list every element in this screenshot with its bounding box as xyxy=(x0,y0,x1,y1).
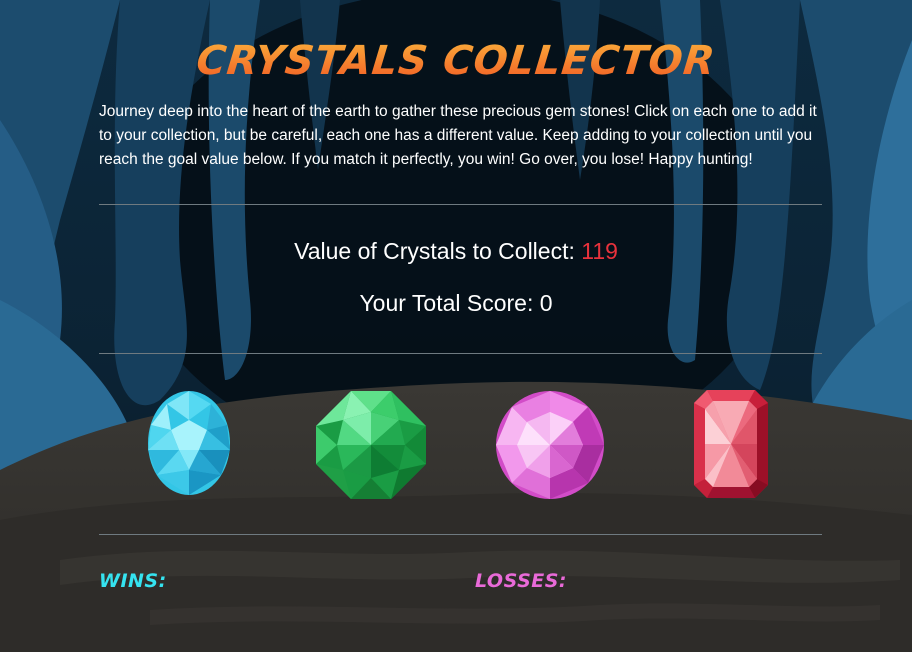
blue-crystal-icon xyxy=(148,391,230,495)
losses-label: LOSSES: xyxy=(475,570,568,592)
score-value: 0 xyxy=(539,290,553,316)
goal-label: Value of Crystals to Collect: xyxy=(294,238,582,264)
divider-bottom xyxy=(99,534,822,535)
goal-value: 119 xyxy=(581,238,618,264)
green-crystal-icon xyxy=(316,391,426,499)
game-container: CRYSTALS COLLECTOR Journey deep into the… xyxy=(0,0,912,652)
game-instructions: Journey deep into the heart of the earth… xyxy=(99,103,817,168)
divider-top xyxy=(99,204,822,205)
score-label: Your Total Score: xyxy=(359,290,540,316)
pink-crystal-icon xyxy=(496,391,604,499)
red-crystal-icon xyxy=(694,390,768,498)
wins-label: WINS: xyxy=(99,570,167,592)
pink-round-crystal[interactable] xyxy=(495,390,605,500)
green-octagon-crystal[interactable] xyxy=(315,390,427,500)
red-rectangle-crystal[interactable] xyxy=(693,389,769,499)
goal-line: Value of Crystals to Collect: 119 xyxy=(0,238,912,265)
losses-counter: LOSSES: xyxy=(475,570,567,592)
wins-counter: WINS: xyxy=(99,570,167,592)
game-title: CRYSTALS COLLECTOR xyxy=(0,38,912,84)
blue-oval-crystal[interactable] xyxy=(147,390,231,496)
score-line: Your Total Score: 0 xyxy=(0,290,912,317)
divider-middle xyxy=(99,353,822,354)
